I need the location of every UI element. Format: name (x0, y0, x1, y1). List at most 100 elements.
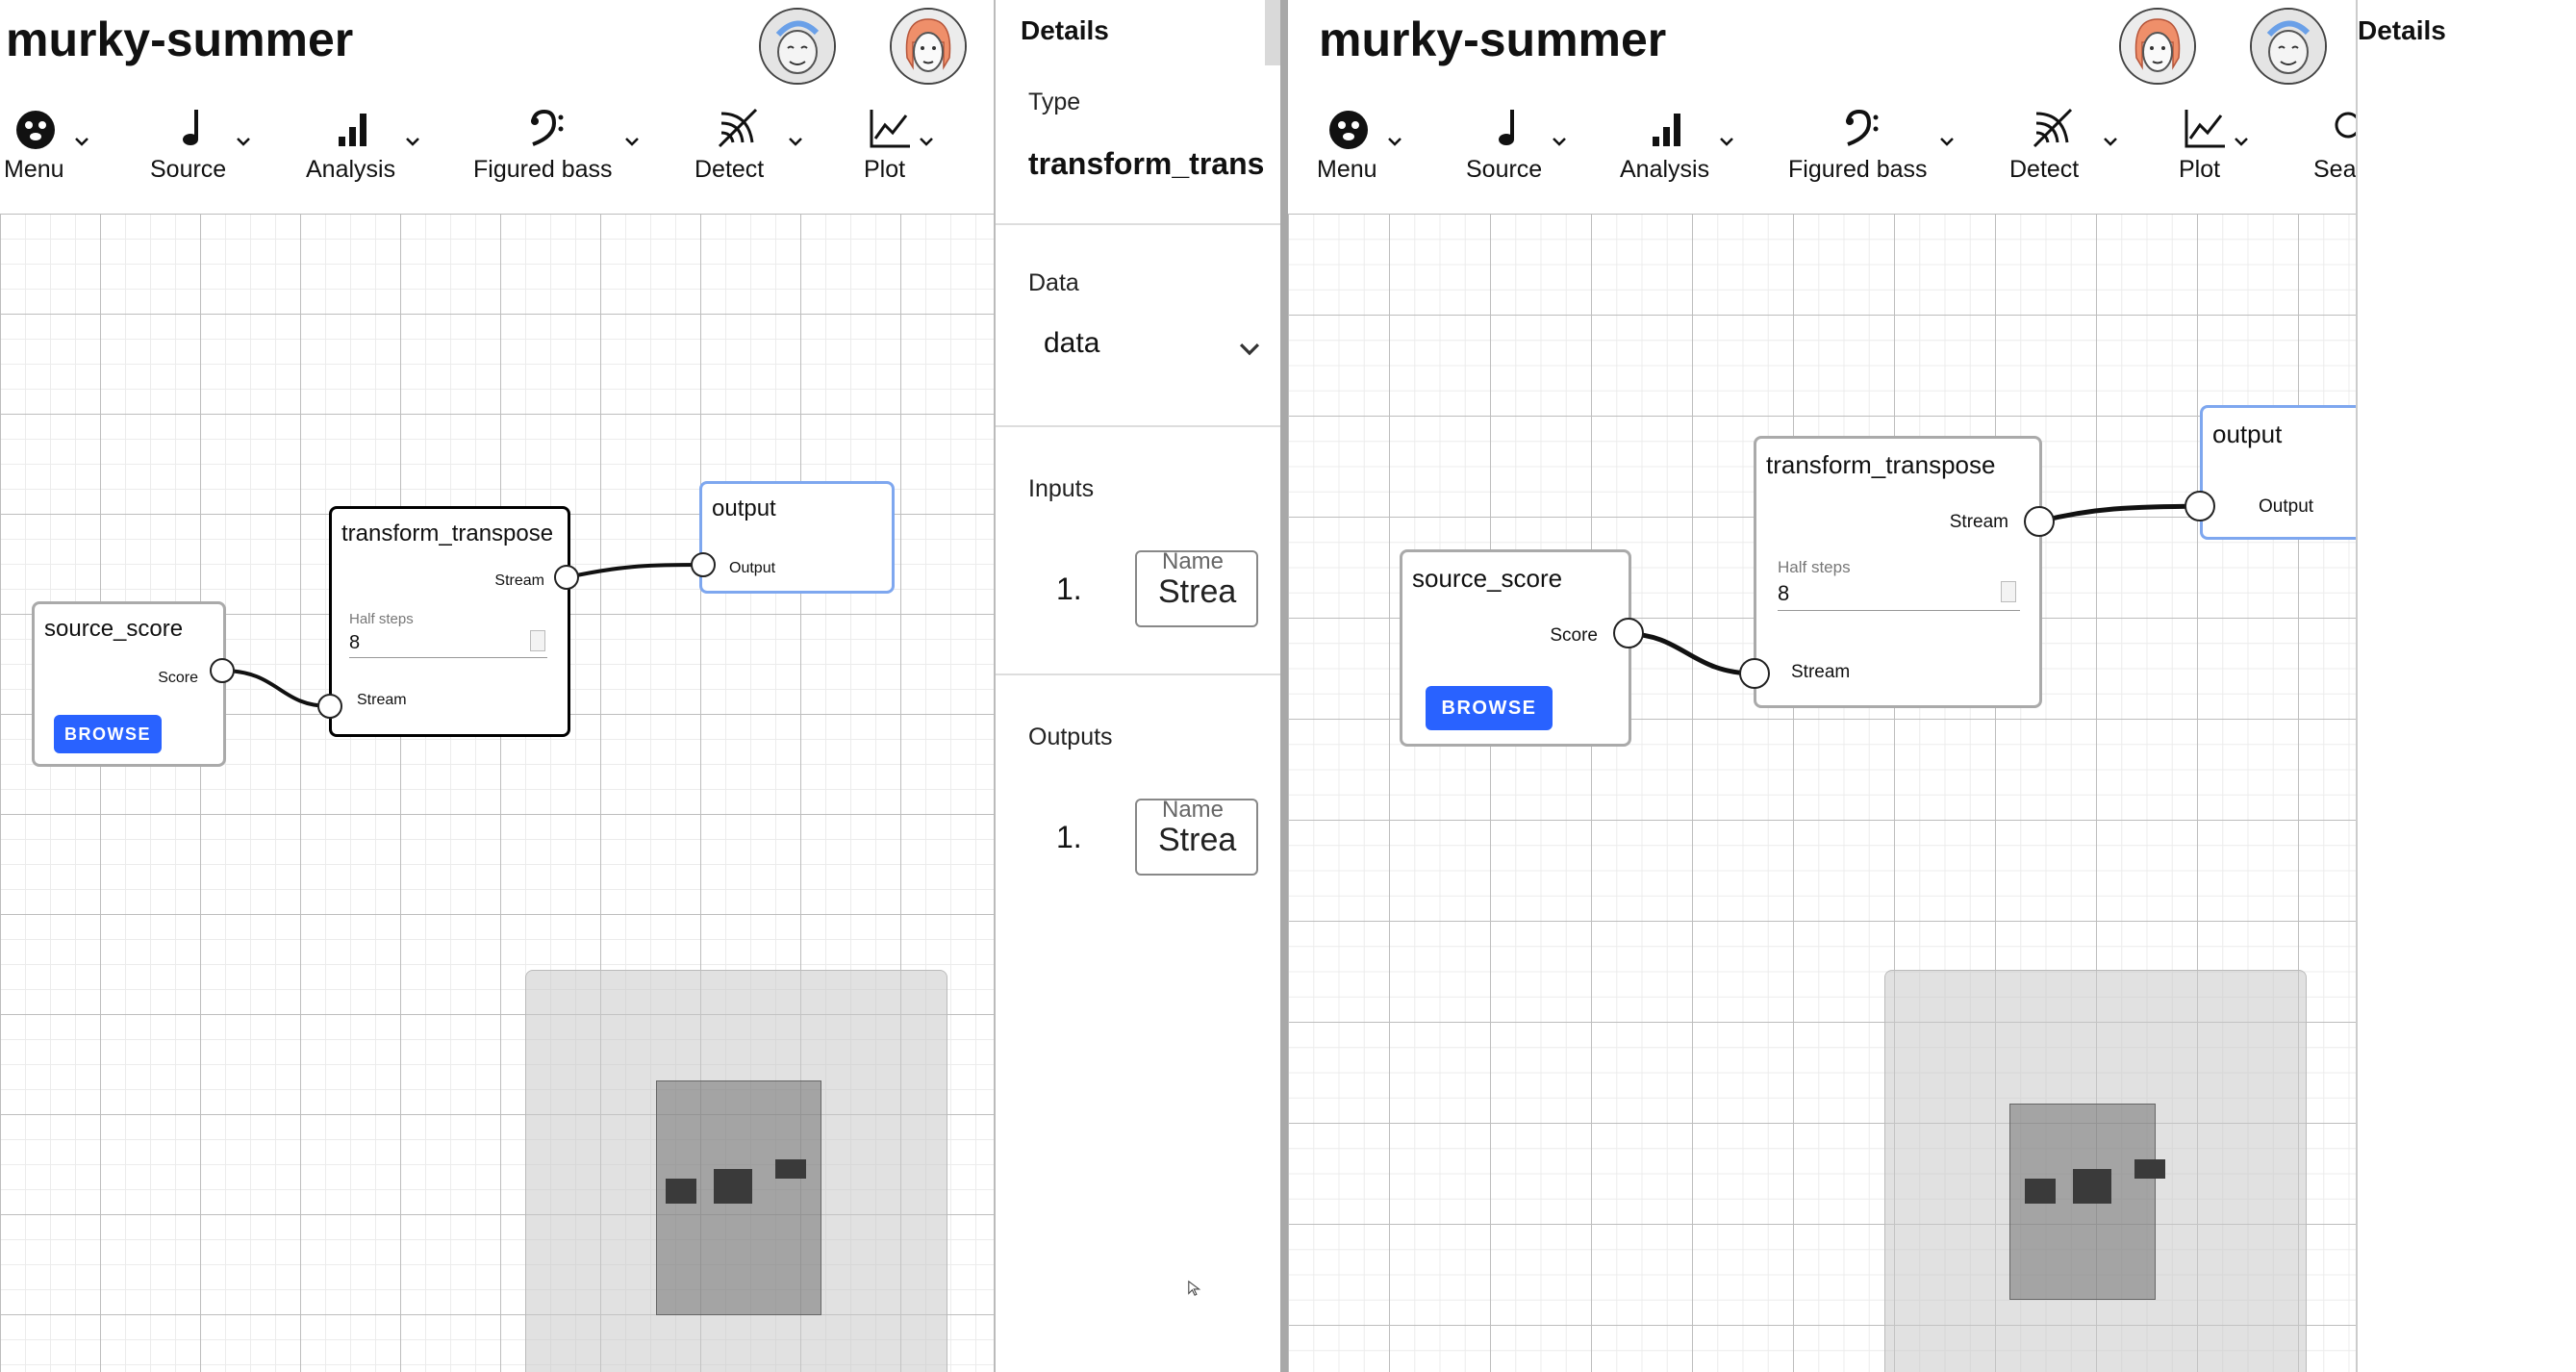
minimap[interactable] (1884, 970, 2307, 1372)
plot-button[interactable]: Plot (2179, 100, 2275, 187)
browse-button[interactable]: BROWSE (1426, 686, 1553, 730)
chevron-down-icon (1239, 343, 1260, 356)
chevron-down-icon (2235, 138, 2248, 146)
menu-label: Menu (4, 156, 64, 183)
node-title: output (712, 495, 776, 521)
figured-bass-button[interactable]: Figured bass (473, 100, 646, 187)
score-output-port[interactable] (210, 658, 235, 683)
chevron-down-icon (625, 138, 639, 146)
bass-clef-icon (531, 109, 564, 146)
input-index: 1. (1056, 572, 1082, 606)
search-button[interactable]: Sea (2313, 100, 2356, 187)
half-steps-stepper[interactable] (530, 630, 545, 651)
output-name-label: Name (1158, 800, 1228, 824)
node-title: output (2212, 419, 2283, 448)
mouse-cursor-icon (1188, 1280, 1201, 1296)
detect-button[interactable]: Detect (2009, 100, 2125, 187)
wire-score-to-stream (1627, 631, 1755, 676)
stream-input-port[interactable] (1739, 658, 1770, 689)
type-label: Type (1028, 89, 1081, 115)
avatar-face-icon (761, 10, 834, 83)
figured-bass-label: Figured bass (1788, 156, 1928, 183)
avatar[interactable] (2119, 8, 2196, 85)
output-name-field[interactable]: Name Strea (1135, 799, 1258, 876)
stream-output-port[interactable] (554, 565, 579, 590)
plot-button[interactable]: Plot (864, 100, 960, 187)
score-port-label: Score (1550, 625, 1598, 646)
source-label: Source (1466, 156, 1543, 183)
source-button[interactable]: Source (148, 100, 254, 187)
output-port-label: Output (729, 560, 776, 576)
minimap-node (2025, 1179, 2056, 1204)
line-chart-icon (870, 110, 910, 148)
half-steps-input[interactable]: 8 (349, 632, 360, 654)
plot-label: Plot (864, 156, 906, 183)
half-steps-label: Half steps (349, 611, 414, 627)
input-name-value: Strea (1158, 573, 1237, 610)
right-editor-pane: source_score Score BROWSE transform_tran… (1288, 0, 2358, 1372)
source-button[interactable]: Source (1464, 100, 1570, 187)
browse-button[interactable]: BROWSE (54, 715, 162, 753)
analysis-button[interactable]: Analysis (1620, 100, 1741, 187)
output-port-label: Output (2259, 496, 2314, 517)
chevron-down-icon (237, 138, 250, 146)
avatar[interactable] (759, 8, 836, 85)
chevron-down-icon (1940, 138, 1954, 146)
line-chart-icon (2185, 110, 2225, 148)
chevron-down-icon (75, 138, 88, 146)
avatar[interactable] (890, 8, 967, 85)
figured-bass-label: Figured bass (473, 156, 613, 183)
output-node[interactable]: output Output (699, 481, 895, 594)
chevron-down-icon (1720, 138, 1733, 146)
graph-canvas[interactable]: source_score Score BROWSE transform_tran… (1288, 214, 2356, 1372)
wire-stream-to-output (2038, 503, 2204, 524)
minimap-node (775, 1159, 806, 1179)
minimap[interactable] (525, 970, 947, 1372)
details-panel: Details (2358, 0, 2576, 1372)
stream-output-port[interactable] (2024, 506, 2055, 537)
half-steps-label: Half steps (1778, 558, 1851, 576)
minimap-node (714, 1169, 752, 1204)
stream-input-port[interactable] (317, 694, 342, 719)
bug-icon (1329, 111, 1368, 149)
wire-score-to-stream (221, 669, 331, 708)
transform-transpose-node[interactable]: transform_transpose Stream Half steps 8 … (329, 506, 570, 737)
detect-label: Detect (695, 156, 765, 183)
source-score-node[interactable]: source_score Score BROWSE (32, 601, 226, 767)
data-select-value: data (1044, 327, 1100, 359)
node-title: source_score (44, 616, 184, 642)
avatar-face-icon (892, 10, 965, 83)
music-note-icon (183, 110, 198, 145)
menu-button[interactable]: Menu (4, 100, 94, 187)
analysis-button[interactable]: Analysis (306, 100, 427, 187)
source-score-node[interactable]: source_score Score BROWSE (1400, 549, 1631, 747)
node-title: source_score (1412, 564, 1563, 593)
chevron-down-icon (406, 138, 419, 146)
details-title: Details (2358, 15, 2446, 45)
score-output-port[interactable] (1613, 618, 1644, 648)
details-panel: Details Type transform_trans Data data I… (996, 0, 1280, 1372)
output-input-port[interactable] (691, 552, 716, 577)
input-name-field[interactable]: Name Strea (1135, 550, 1258, 627)
menu-button[interactable]: Menu (1317, 100, 1407, 187)
menu-label: Menu (1317, 156, 1377, 183)
split-divider[interactable] (1280, 0, 1288, 1372)
avatar-face-icon (2121, 10, 2194, 83)
output-input-port[interactable] (2185, 491, 2215, 521)
detect-button[interactable]: Detect (695, 100, 810, 187)
transform-transpose-node[interactable]: transform_transpose Stream Half steps 8 … (1754, 436, 2042, 708)
detect-label: Detect (2009, 156, 2080, 183)
stream-in-label: Stream (1791, 662, 1851, 682)
details-title: Details (1021, 15, 1109, 45)
figured-bass-button[interactable]: Figured bass (1788, 100, 1961, 187)
signal-icon (718, 108, 758, 148)
data-select[interactable]: data (1044, 327, 1275, 369)
half-steps-input[interactable]: 8 (1778, 581, 1789, 606)
chevron-down-icon (1553, 138, 1566, 146)
half-steps-stepper[interactable] (2001, 581, 2016, 602)
graph-canvas[interactable]: source_score Score BROWSE transform_tran… (0, 214, 994, 1372)
output-node[interactable]: output Output (2200, 405, 2356, 540)
avatar[interactable] (2250, 8, 2327, 85)
details-scrollbar[interactable] (1265, 0, 1280, 65)
source-label: Source (150, 156, 227, 183)
